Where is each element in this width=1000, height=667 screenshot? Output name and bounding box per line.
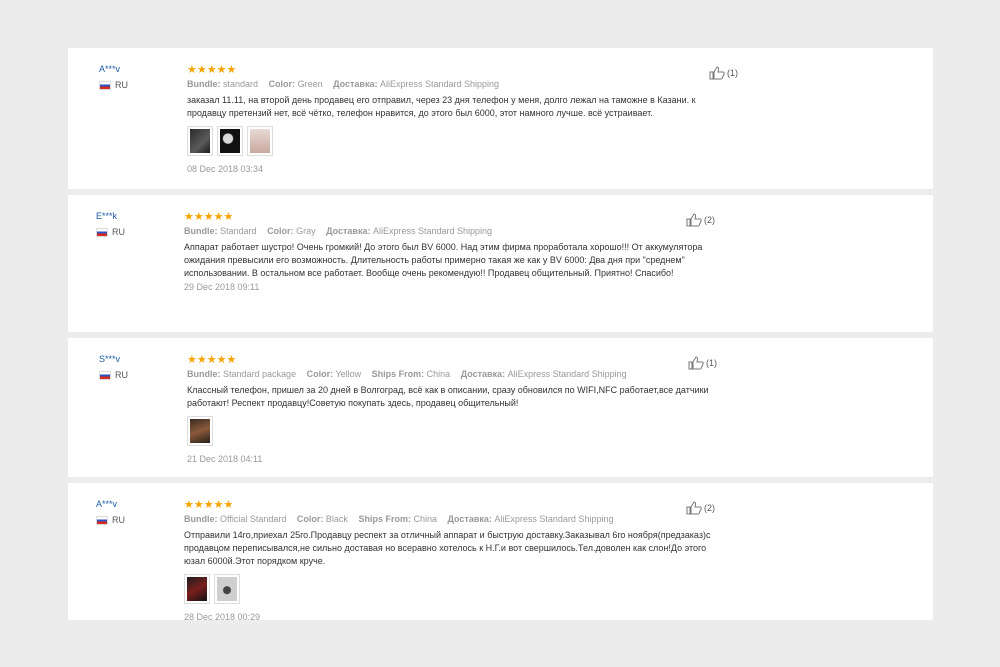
review-photos — [187, 416, 717, 446]
helpful-count: (2) — [704, 503, 715, 513]
meta-value: China — [426, 369, 451, 379]
star-rating: ★★★★★ — [184, 211, 234, 223]
review-text: заказал 11.11, на второй день продавец е… — [187, 95, 696, 118]
review-text: Отправили 14го,приехал 25го.Продавцу рес… — [184, 530, 711, 566]
review-content: ★★★★★ Bundle: Standard package Color: Ye… — [187, 354, 717, 464]
country-code: RU — [115, 80, 128, 90]
photo-thumbnail[interactable] — [214, 574, 240, 604]
photo-thumbnail[interactable] — [217, 126, 243, 156]
review-date: 29 Dec 2018 09:11 — [184, 282, 260, 292]
review-card: A***v RU ★★★★★ Bundle: standard Color: G… — [68, 48, 933, 189]
reviewer-country: RU — [96, 515, 125, 525]
flag-icon — [99, 370, 111, 380]
review-date: 08 Dec 2018 03:34 — [187, 164, 264, 174]
photo-thumbnail[interactable] — [187, 126, 213, 156]
reviewer-name[interactable]: E***k — [96, 211, 125, 221]
meta-key: Ships From: — [358, 514, 411, 524]
review-date: 28 Dec 2018 00:29 — [184, 612, 261, 622]
reviewer-name[interactable]: A***v — [99, 64, 128, 74]
photo-thumbnail[interactable] — [184, 574, 210, 604]
review-meta: Bundle: Standard Color: Gray Доставка: A… — [184, 225, 714, 238]
helpful-count: (1) — [727, 68, 738, 78]
meta-key: Bundle: — [187, 79, 221, 89]
review-meta: Bundle: Standard package Color: Yellow S… — [187, 368, 717, 381]
flag-icon — [96, 227, 108, 237]
helpful-count: (1) — [706, 358, 717, 368]
meta-value: AliExpress Standard Shipping — [379, 79, 500, 89]
country-code: RU — [115, 370, 128, 380]
meta-value: AliExpress Standard Shipping — [494, 514, 614, 524]
meta-key: Bundle: — [187, 369, 221, 379]
flag-icon — [99, 80, 111, 90]
reviewer-country: RU — [96, 227, 125, 237]
reviewer-country: RU — [99, 80, 128, 90]
review-content: ★★★★★ Bundle: Standard Color: Gray Доста… — [184, 211, 714, 292]
review-photos — [187, 126, 717, 156]
meta-key: Доставка: — [460, 369, 506, 379]
meta-value: Standard package — [223, 369, 297, 379]
reviewer-name[interactable]: A***v — [96, 499, 125, 509]
meta-key: Color: — [268, 79, 296, 89]
country-code: RU — [112, 515, 125, 525]
photo-thumbnail[interactable] — [187, 416, 213, 446]
meta-value: Green — [297, 79, 323, 89]
country-code: RU — [112, 227, 125, 237]
review-meta: Bundle: Official Standard Color: Black S… — [184, 513, 714, 526]
flag-icon — [96, 515, 108, 525]
reviewer-info: A***v RU — [96, 499, 125, 525]
meta-value: Standard — [220, 226, 257, 236]
meta-key: Color: — [296, 514, 324, 524]
reviewer-info: E***k RU — [96, 211, 125, 237]
review-text: Аппарат работает шустро! Очень громкий! … — [184, 242, 703, 278]
photo-thumbnail[interactable] — [247, 126, 273, 156]
helpful-button[interactable]: (1) — [688, 356, 717, 370]
reviewer-info: S***v RU — [99, 354, 128, 380]
meta-value: Official Standard — [220, 514, 287, 524]
meta-value: Gray — [296, 226, 316, 236]
review-card: E***k RU ★★★★★ Bundle: Standard Color: G… — [68, 195, 933, 332]
review-text: Классный телефон, пришел за 20 дней в Во… — [187, 385, 709, 408]
meta-key: Доставка: — [447, 514, 492, 524]
meta-key: Доставка: — [333, 79, 378, 89]
meta-value: Black — [325, 514, 348, 524]
thumbs-up-icon — [686, 501, 702, 515]
meta-key: Color: — [267, 226, 294, 236]
thumbs-up-icon — [688, 356, 704, 370]
review-date: 21 Dec 2018 04:11 — [187, 454, 263, 464]
meta-value: Yellow — [335, 369, 362, 379]
review-meta: Bundle: standard Color: Green Доставка: … — [187, 78, 717, 91]
star-rating: ★★★★★ — [187, 64, 237, 76]
helpful-count: (2) — [704, 215, 715, 225]
review-content: ★★★★★ Bundle: Official Standard Color: B… — [184, 499, 714, 622]
meta-value: AliExpress Standard Shipping — [507, 369, 627, 379]
helpful-button[interactable]: (2) — [686, 213, 715, 227]
meta-value: AliExpress Standard Shipping — [372, 226, 493, 236]
star-rating: ★★★★★ — [187, 354, 237, 366]
reviewer-country: RU — [99, 370, 128, 380]
reviewer-info: A***v RU — [99, 64, 128, 90]
meta-key: Color: — [306, 369, 334, 379]
helpful-button[interactable]: (1) — [709, 66, 738, 80]
star-rating: ★★★★★ — [184, 499, 234, 511]
meta-key: Доставка: — [326, 226, 371, 236]
review-card: S***v RU ★★★★★ Bundle: Standard package … — [68, 338, 933, 477]
review-photos — [184, 574, 714, 604]
review-content: ★★★★★ Bundle: standard Color: Green Дост… — [187, 64, 717, 174]
meta-value: China — [413, 514, 437, 524]
review-card: A***v RU ★★★★★ Bundle: Official Standard… — [68, 483, 933, 622]
meta-key: Bundle: — [184, 514, 218, 524]
thumbs-up-icon — [686, 213, 702, 227]
helpful-button[interactable]: (2) — [686, 501, 715, 515]
meta-key: Bundle: — [184, 226, 218, 236]
reviewer-name[interactable]: S***v — [99, 354, 128, 364]
thumbs-up-icon — [709, 66, 725, 80]
meta-value: standard — [223, 79, 259, 89]
meta-key: Ships From: — [371, 369, 425, 379]
